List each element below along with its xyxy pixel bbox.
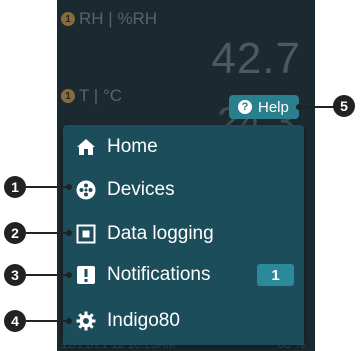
menu-item-data-logging[interactable]: Data logging — [75, 214, 294, 254]
callout-2: 2 — [4, 222, 26, 244]
callout-leader-dot — [66, 230, 72, 236]
callout-leader-dot — [66, 272, 72, 278]
callout-leader-dot — [66, 184, 72, 190]
info-icon: 1 — [61, 12, 75, 26]
rh-row: 1 RH | %RH — [61, 9, 157, 29]
menu-item-indigo80[interactable]: Indigo80 — [75, 301, 294, 341]
t-row: 1 T | °C — [61, 86, 122, 106]
notification-icon — [75, 264, 97, 286]
question-circle-icon: ? — [238, 100, 252, 114]
data-logging-icon — [75, 223, 97, 245]
callout-leader — [299, 106, 335, 108]
callout-leader — [26, 186, 68, 188]
callout-leader-dot — [66, 318, 72, 324]
callout-leader — [26, 320, 68, 322]
home-icon — [75, 136, 97, 158]
menu-item-devices[interactable]: Devices — [75, 170, 294, 210]
help-button[interactable]: ? Help — [229, 95, 299, 119]
notification-count-badge: 1 — [257, 264, 294, 286]
callout-leader — [26, 274, 68, 276]
gear-icon — [75, 310, 97, 332]
menu-item-label: Home — [107, 136, 158, 157]
menu-item-label: Indigo80 — [107, 310, 180, 331]
callout-5: 5 — [333, 95, 355, 117]
menu-item-home[interactable]: Home — [75, 127, 294, 167]
menu-item-label: Notifications — [107, 264, 211, 285]
callout-4: 4 — [4, 310, 26, 332]
help-label: Help — [258, 98, 289, 116]
t-label: T | °C — [79, 86, 123, 105]
callout-leader — [26, 232, 68, 234]
info-icon: 1 — [61, 89, 75, 103]
rh-label: RH | %RH — [79, 9, 158, 28]
devices-icon — [75, 179, 97, 201]
callout-3: 3 — [4, 264, 26, 286]
navigation-menu: Home Devices Data logging Notifications … — [63, 125, 304, 345]
menu-item-label: Data logging — [107, 223, 214, 244]
menu-item-label: Devices — [107, 179, 175, 200]
rh-value: 42.7 — [211, 34, 301, 83]
callout-1: 1 — [4, 176, 26, 198]
menu-item-notifications[interactable]: Notifications 1 — [75, 255, 294, 295]
